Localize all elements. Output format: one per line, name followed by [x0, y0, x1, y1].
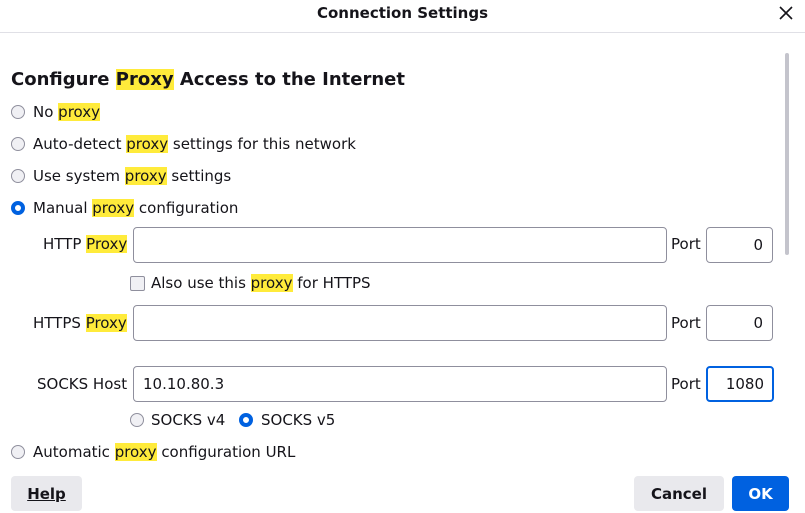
section-heading: Configure Proxy Access to the Internet: [11, 69, 405, 90]
auto-detect-radio[interactable]: [11, 137, 25, 151]
socks-v5-label[interactable]: SOCKS v5: [261, 411, 335, 429]
cancel-button[interactable]: Cancel: [634, 476, 724, 511]
scrollbar-thumb[interactable]: [785, 53, 789, 255]
socks-host-input[interactable]: 10.10.80.3: [133, 366, 667, 402]
no-proxy-label[interactable]: No proxy: [33, 103, 101, 121]
settings-content: Configure Proxy Access to the Internet N…: [0, 33, 805, 468]
auto-url-label[interactable]: Automatic proxy configuration URL: [33, 443, 295, 461]
window-title: Connection Settings: [316, 4, 489, 22]
auto-url-radio[interactable]: [11, 445, 25, 459]
no-proxy-radio[interactable]: [11, 105, 25, 119]
manual-proxy-radio[interactable]: [11, 201, 25, 215]
http-port-label: Port: [671, 235, 701, 253]
close-icon: [779, 6, 793, 20]
system-proxy-radio[interactable]: [11, 169, 25, 183]
https-port-label: Port: [671, 314, 701, 332]
also-https-label[interactable]: Also use this proxy for HTTPS: [151, 274, 371, 292]
http-port-input[interactable]: 0: [706, 227, 773, 263]
https-proxy-input[interactable]: [133, 305, 667, 341]
socks-host-label: SOCKS Host: [37, 375, 128, 393]
also-https-checkbox[interactable]: [130, 276, 145, 291]
http-proxy-label: HTTP Proxy: [43, 235, 128, 253]
socks-port-label: Port: [671, 375, 701, 393]
auto-detect-label[interactable]: Auto-detect proxy settings for this netw…: [33, 135, 356, 153]
system-proxy-label[interactable]: Use system proxy settings: [33, 167, 231, 185]
manual-proxy-label[interactable]: Manual proxy configuration: [33, 199, 238, 217]
http-proxy-input[interactable]: [133, 227, 667, 263]
socks-v5-radio[interactable]: [239, 413, 253, 427]
dialog-footer: Help Cancel OK: [0, 468, 805, 513]
socks-port-input[interactable]: 1080: [706, 366, 774, 402]
close-button[interactable]: [772, 0, 800, 26]
help-label: Help: [27, 484, 66, 503]
https-port-input[interactable]: 0: [706, 305, 773, 341]
https-proxy-label: HTTPS Proxy: [33, 314, 127, 332]
help-button[interactable]: Help: [11, 476, 82, 511]
ok-button[interactable]: OK: [732, 476, 789, 511]
title-bar: Connection Settings: [0, 0, 805, 33]
socks-v4-radio[interactable]: [130, 413, 144, 427]
socks-v4-label[interactable]: SOCKS v4: [151, 411, 225, 429]
